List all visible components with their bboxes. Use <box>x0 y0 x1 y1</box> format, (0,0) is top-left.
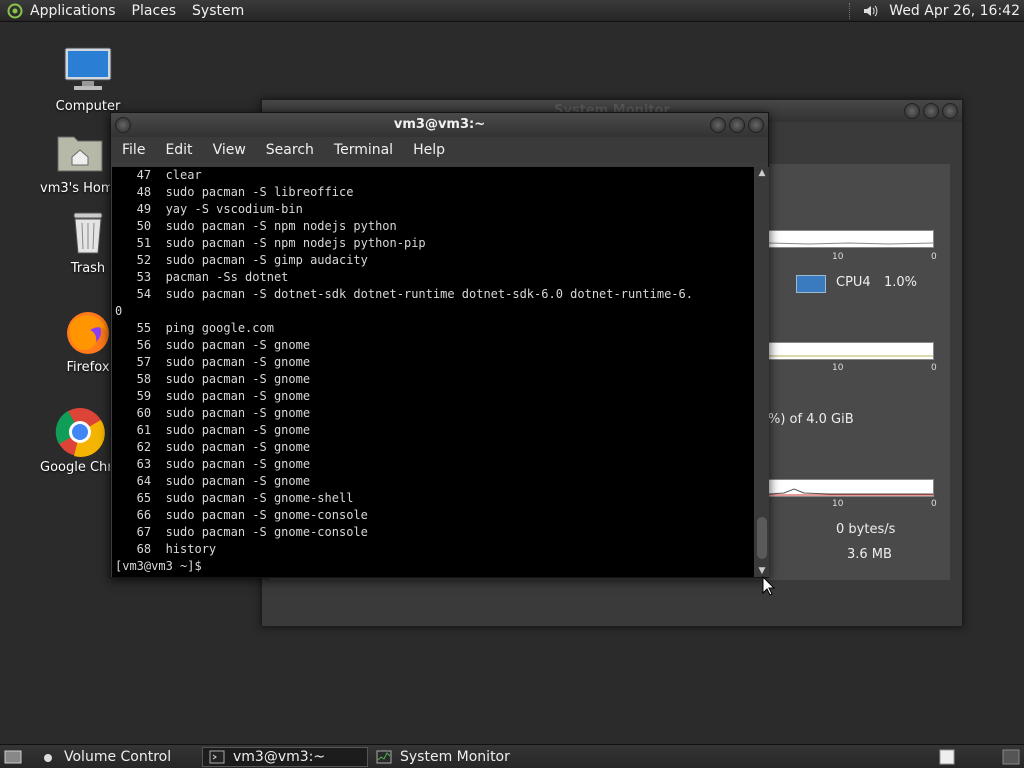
terminal-line: 49 yay -S vscodium-bin <box>115 202 303 216</box>
graph-tick: 0 <box>931 499 937 509</box>
menu-view[interactable]: View <box>203 142 256 158</box>
scroll-down-icon[interactable]: ▼ <box>757 566 767 576</box>
firefox-icon <box>62 306 114 358</box>
menu-help[interactable]: Help <box>403 142 455 158</box>
graph-tick: 0 <box>931 252 937 262</box>
terminal-line: 53 pacman -Ss dotnet <box>115 270 289 284</box>
terminal-line: 59 sudo pacman -S gnome <box>115 389 311 403</box>
desktop-icon-label: vm3's Home <box>40 181 120 196</box>
memory-text: %) of 4.0 GiB <box>768 412 854 427</box>
terminal-titlebar[interactable]: vm3@vm3:~ <box>111 113 768 137</box>
minimize-button[interactable] <box>904 103 920 119</box>
taskbar-item-label: Volume Control <box>64 749 172 765</box>
cpu-value: 1.0% <box>884 275 918 290</box>
clock[interactable]: Wed Apr 26, 16:42 <box>881 3 1024 19</box>
maximize-button[interactable] <box>923 103 939 119</box>
volume-icon[interactable] <box>859 0 881 22</box>
window-title: vm3@vm3:~ <box>393 117 486 132</box>
terminal-line: 67 sudo pacman -S gnome-console <box>115 525 368 539</box>
volume-icon <box>40 749 56 765</box>
terminal-line: 63 sudo pacman -S gnome <box>115 457 311 471</box>
terminal-line: 0 <box>115 304 123 318</box>
taskbar-item-terminal[interactable]: vm3@vm3:~ <box>202 747 368 767</box>
graph-tick: 10 <box>832 363 844 373</box>
maximize-button[interactable] <box>729 117 745 133</box>
workspace-switcher-icon[interactable] <box>1002 748 1020 766</box>
menu-file[interactable]: File <box>111 142 155 158</box>
show-desktop-icon[interactable] <box>4 748 22 766</box>
taskbar-item-volume[interactable]: Volume Control <box>34 747 200 767</box>
scroll-up-icon[interactable]: ▲ <box>757 168 767 178</box>
mouse-cursor-icon <box>762 575 776 600</box>
system-menu[interactable]: System <box>184 0 252 22</box>
terminal-icon <box>209 749 225 765</box>
terminal-scrollbar[interactable]: ▲ ▼ <box>755 167 769 577</box>
minimize-button[interactable] <box>710 117 726 133</box>
terminal-line: 47 clear <box>115 168 202 182</box>
chrome-icon <box>54 406 106 458</box>
taskbar-item-system-monitor[interactable]: System Monitor <box>370 747 536 767</box>
close-button[interactable] <box>942 103 958 119</box>
cpu-label: CPU4 <box>836 275 871 290</box>
applications-menu[interactable]: Applications <box>26 0 124 22</box>
terminal-line: 54 sudo pacman -S dotnet-sdk dotnet-runt… <box>115 287 693 301</box>
terminal-line: 52 sudo pacman -S gimp audacity <box>115 253 368 267</box>
home-folder-icon <box>54 127 106 179</box>
terminal-line: 60 sudo pacman -S gnome <box>115 406 311 420</box>
taskbar-item-label: vm3@vm3:~ <box>233 749 326 765</box>
graph-tick: 10 <box>832 499 844 509</box>
window-controls <box>710 117 764 133</box>
bottom-panel: Volume Control vm3@vm3:~ System Monitor <box>0 744 1024 768</box>
terminal-output[interactable]: 47 clear 48 sudo pacman -S libreoffice 4… <box>112 167 754 577</box>
desktop-icon-home[interactable]: vm3's Home <box>40 127 120 196</box>
computer-icon <box>62 45 114 97</box>
graph-tick: 10 <box>832 252 844 262</box>
places-menu[interactable]: Places <box>124 0 185 22</box>
trash-icon <box>62 207 114 259</box>
window-menu-button[interactable] <box>115 117 131 133</box>
scroll-thumb[interactable] <box>757 517 767 559</box>
terminal-line: 50 sudo pacman -S npm nodejs python <box>115 219 397 233</box>
desktop-icon-chrome[interactable]: Google Chrome <box>40 406 120 475</box>
window-menu <box>115 117 131 133</box>
system-monitor-icon <box>376 749 392 765</box>
taskbar-item-label: System Monitor <box>400 749 510 765</box>
graph-tick: 0 <box>931 363 937 373</box>
distro-logo-icon[interactable] <box>4 0 26 22</box>
top-panel: Applications Places System Wed Apr 26, 1… <box>0 0 1024 22</box>
terminal-line: 57 sudo pacman -S gnome <box>115 355 311 369</box>
cpu-graph <box>768 230 934 248</box>
desktop-icon-computer[interactable]: Computer <box>40 45 136 114</box>
terminal-line: 51 sudo pacman -S npm nodejs python-pip <box>115 236 426 250</box>
terminal-line: 64 sudo pacman -S gnome <box>115 474 311 488</box>
terminal-line: 61 sudo pacman -S gnome <box>115 423 311 437</box>
terminal-line: 56 sudo pacman -S gnome <box>115 338 311 352</box>
network-rate: 0 bytes/s <box>836 522 896 537</box>
terminal-line: 62 sudo pacman -S gnome <box>115 440 311 454</box>
menu-search[interactable]: Search <box>256 142 324 158</box>
terminal-menubar: File Edit View Search Terminal Help <box>111 137 768 163</box>
terminal-line: [vm3@vm3 ~]$ <box>115 559 209 573</box>
desktop-icon-label: Google Chrome <box>40 460 120 475</box>
terminal-window[interactable]: vm3@vm3:~ File Edit View Search Terminal… <box>110 112 769 578</box>
terminal-line: 68 history <box>115 542 217 556</box>
network-graph <box>768 479 934 497</box>
network-total: 3.6 MB <box>847 547 892 562</box>
window-controls <box>904 103 958 119</box>
memory-graph <box>768 342 934 360</box>
close-button[interactable] <box>748 117 764 133</box>
terminal-line: 65 sudo pacman -S gnome-shell <box>115 491 354 505</box>
terminal-line: 66 sudo pacman -S gnome-console <box>115 508 368 522</box>
menu-edit[interactable]: Edit <box>155 142 202 158</box>
terminal-line: 55 ping google.com <box>115 321 274 335</box>
terminal-line: 48 sudo pacman -S libreoffice <box>115 185 354 199</box>
terminal-line: 58 sudo pacman -S gnome <box>115 372 311 386</box>
cpu-color-swatch[interactable] <box>796 275 826 293</box>
panel-separator <box>849 3 853 19</box>
notes-icon[interactable] <box>938 748 956 766</box>
menu-terminal[interactable]: Terminal <box>324 142 403 158</box>
